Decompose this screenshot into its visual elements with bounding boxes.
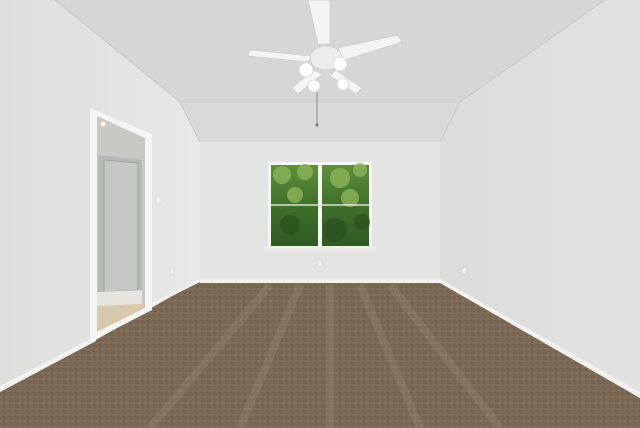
fan-light-1: [298, 62, 314, 78]
baseboard-back: [200, 279, 440, 283]
fan-light-2: [332, 56, 348, 72]
fan-light-3: [307, 79, 321, 93]
bathroom-light: [100, 121, 106, 127]
outlet-right: [461, 267, 467, 275]
fan-light-4: [336, 77, 350, 91]
ceiling-soffit: [180, 102, 460, 142]
outlet-left: [169, 267, 175, 275]
room-photo: [0, 0, 640, 428]
window-sill: [264, 247, 376, 251]
light-switch: [155, 195, 162, 205]
doorway: [90, 108, 162, 342]
shower-glass: [103, 159, 139, 293]
outlet-back: [317, 259, 323, 267]
room-illustration: [0, 0, 640, 428]
window: [264, 162, 376, 251]
